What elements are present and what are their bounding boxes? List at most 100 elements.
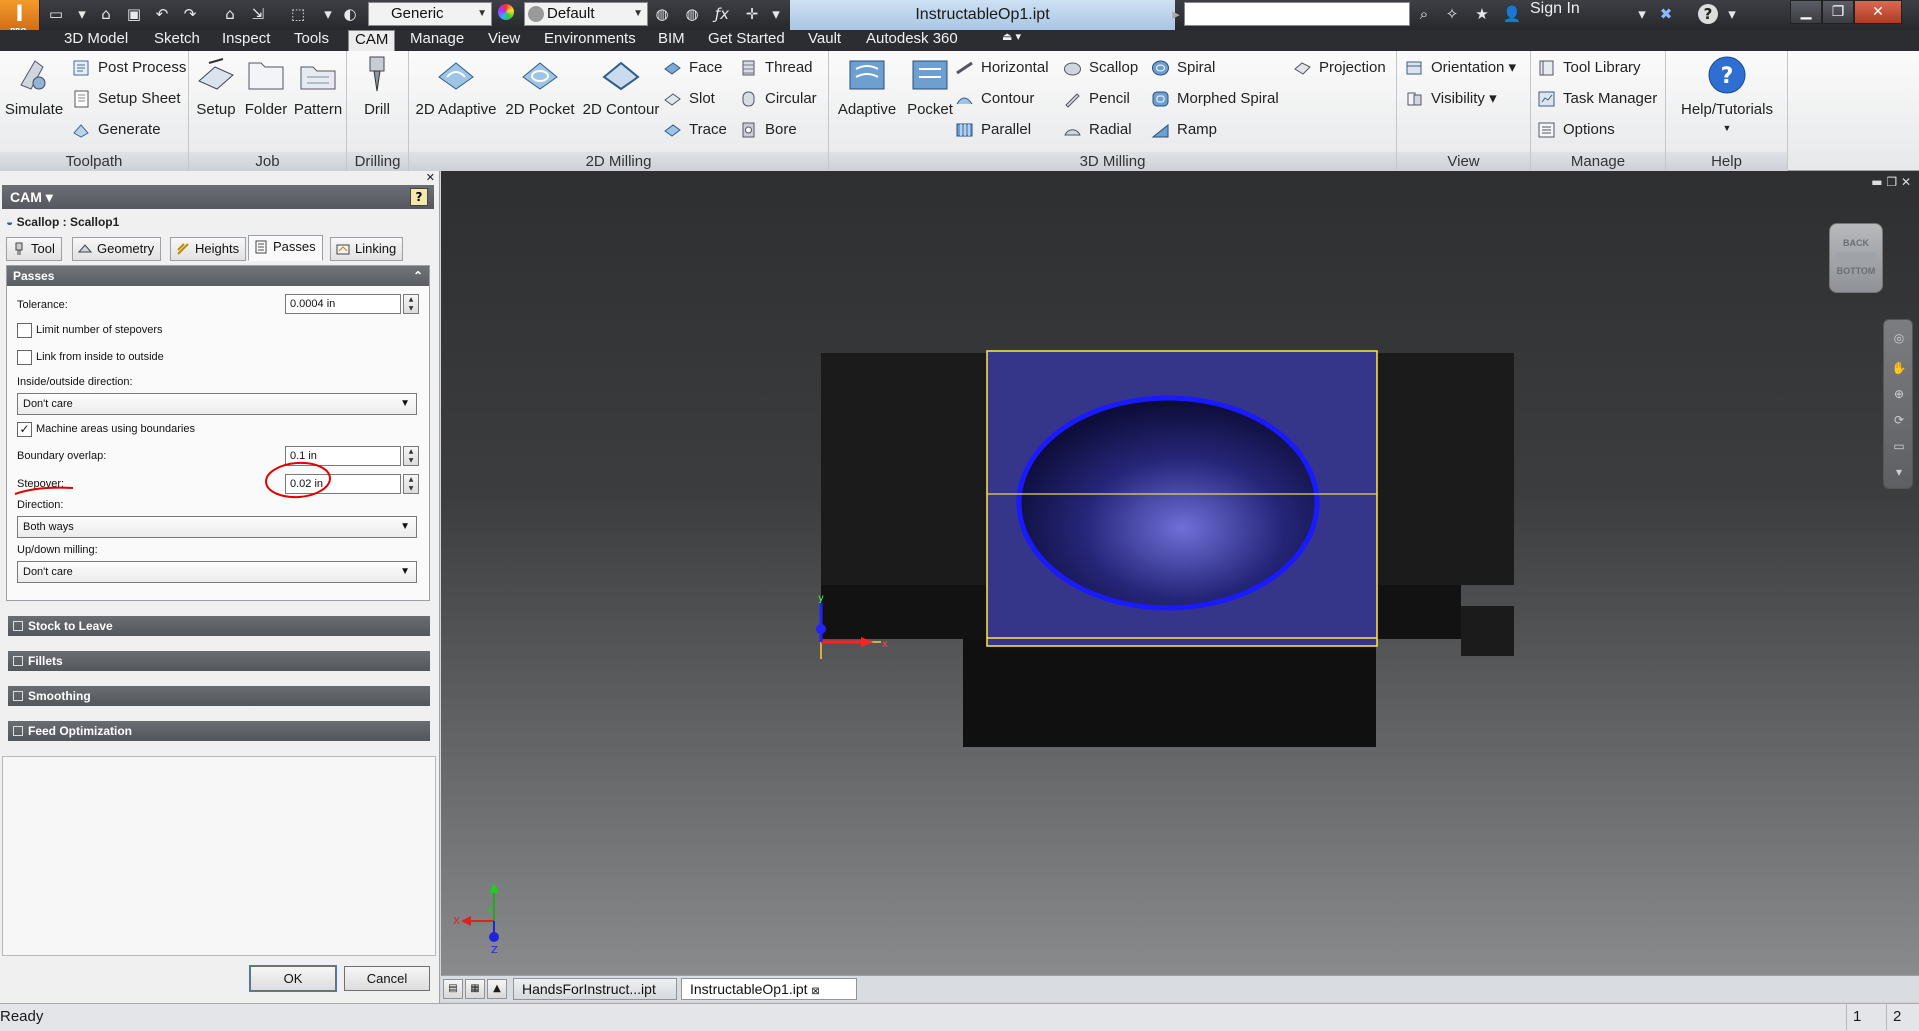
scallop-button[interactable]: Scallop [1063,57,1138,79]
return-icon[interactable]: ⇲ [248,4,268,24]
thread-button[interactable]: Thread [739,57,813,79]
steering-wheel-icon[interactable]: ◎ [1891,330,1907,346]
navbar-menu-icon[interactable]: ▾ [1891,464,1907,480]
pan-icon[interactable]: ✋ [1891,360,1907,376]
projection-button[interactable]: Projection [1293,57,1386,79]
tab-bim[interactable]: BIM [652,30,691,51]
doc-tab-instructable[interactable]: InstructableOp1.ipt ⊠ [681,978,857,1000]
updown-select[interactable]: Don't care ▼ [17,561,417,583]
new-file-icon[interactable]: ▭ [46,4,66,24]
tolerance-spinner[interactable]: ▲ ▼ [403,294,419,314]
help-icon[interactable]: ? [1698,4,1718,24]
tolerance-input[interactable]: 0.0004 in [285,294,401,314]
tab-inspect[interactable]: Inspect [216,30,276,51]
tab-tools[interactable]: Tools [288,30,335,51]
plus-icon[interactable]: ✛ [742,4,762,24]
panel-close-icon[interactable]: ✕ [426,171,435,184]
face-button[interactable]: Face [663,57,722,79]
undo-icon[interactable]: ↶ [152,4,172,24]
2d-pocket-button[interactable]: 2D Pocket [503,55,577,118]
exchange-icon[interactable]: ✖ [1656,4,1676,24]
minimize-button[interactable]: ▁ [1790,0,1822,24]
save-icon[interactable]: ▣ [124,4,144,24]
radial-button[interactable]: Radial [1063,119,1132,141]
graphics-viewport[interactable]: ▬ ❐ ✕ x y X Y Z BACK BOTTOM ◎ ✋ ⊕ ⟳ ▭ ▾ [441,171,1919,988]
redo-icon[interactable]: ↷ [180,4,200,24]
dropdown-icon[interactable]: ▾ [72,4,92,24]
pencil-button[interactable]: Pencil [1063,88,1130,110]
adjust-icon[interactable]: ◍ [652,4,672,24]
tab-cam[interactable]: CAM [348,30,396,51]
viewcube[interactable]: BACK BOTTOM [1829,223,1883,293]
tab-sketch[interactable]: Sketch [148,30,206,51]
contour-button[interactable]: Contour [955,88,1034,110]
parallel-button[interactable]: Parallel [955,119,1031,141]
visibility-button[interactable]: Visibility ▾ [1405,88,1497,110]
restore-button[interactable]: ❐ [1822,0,1854,24]
2d-adaptive-button[interactable]: 2D Adaptive [413,55,499,118]
collapse-icon[interactable]: ⌃ [413,266,423,286]
generate-button[interactable]: Generate [72,119,161,141]
material-combo[interactable]: Default ▼ [524,2,648,26]
horizontal-button[interactable]: Horizontal [955,57,1049,79]
task-manager-button[interactable]: Task Manager [1537,88,1657,110]
pattern-button[interactable]: Pattern [293,55,343,118]
ramp-button[interactable]: Ramp [1151,119,1217,141]
passes-section-header[interactable]: Passes ⌃ [7,266,429,286]
section-stock-to-leave[interactable]: Stock to Leave [8,616,430,636]
close-tab-icon[interactable]: ⊠ [811,986,819,997]
customize-icon[interactable]: ▾ [766,4,786,24]
tab-3d-model[interactable]: 3D Model [58,30,134,51]
communication-icon[interactable]: ✧ [1442,4,1462,24]
tab-vault[interactable]: Vault [802,30,847,51]
adaptive-button[interactable]: Adaptive [833,55,901,118]
inside-outside-select[interactable]: Don't care ▼ [17,393,417,415]
tool-library-button[interactable]: Tool Library [1537,57,1641,79]
help-dropdown-icon[interactable]: ▾ [1722,4,1742,24]
orbit-icon[interactable]: ⟳ [1891,412,1907,428]
viewcube-bottom-label[interactable]: BOTTOM [1830,266,1882,276]
tab-passes[interactable]: Passes [248,235,323,261]
section-smoothing[interactable]: Smoothing [8,686,430,706]
section-fillets[interactable]: Fillets [8,651,430,671]
dialog-help-icon[interactable]: ? [410,188,428,206]
machine-areas-checkbox[interactable]: ✓ [17,422,32,437]
home-icon[interactable]: ⌂ [220,4,240,24]
tab-manage[interactable]: Manage [404,30,470,51]
setup-sheet-button[interactable]: Setup Sheet [72,88,181,110]
2d-contour-button[interactable]: 2D Contour [579,55,663,118]
appearance-icon[interactable]: ◐ [340,4,360,24]
doc-tab-hands[interactable]: HandsForInstruct...ipt [513,978,677,1000]
panel-options-icon[interactable]: ⏏ ▾ [996,30,1027,51]
clear-icon[interactable]: ◍ [682,4,702,24]
cancel-button[interactable]: Cancel [344,966,430,991]
spiral-button[interactable]: Spiral [1151,57,1215,79]
options-button[interactable]: Options [1537,119,1615,141]
folder-button[interactable]: Folder [243,55,289,118]
close-button[interactable]: ✕ [1854,0,1902,24]
section-feed-optimization[interactable]: Feed Optimization [8,721,430,741]
direction-select[interactable]: Both ways ▼ [17,516,417,538]
simulate-button[interactable]: Simulate [4,55,64,118]
look-at-icon[interactable]: ▭ [1891,438,1907,454]
drill-button[interactable]: Drill [353,55,401,118]
favorites-icon[interactable]: ★ [1472,4,1492,24]
help-tutorials-button[interactable]: ? Help/Tutorials ▼ [1672,55,1782,135]
morphed-spiral-button[interactable]: Morphed Spiral [1151,88,1279,110]
viewcube-back-label[interactable]: BACK [1830,238,1882,248]
cascade-windows-icon[interactable]: ▤ [443,979,463,999]
tab-view[interactable]: View [482,30,526,51]
search-input[interactable] [1184,2,1410,26]
signin-dropdown-icon[interactable]: ▾ [1632,4,1652,24]
document-menu-icon[interactable]: ▲ [487,979,507,999]
scallop-boundary[interactable] [1016,395,1320,611]
post-process-button[interactable]: Post Process [72,57,186,79]
limit-stepovers-checkbox[interactable] [17,323,32,338]
pocket-button[interactable]: Pocket [903,55,957,118]
select-icon[interactable]: ⬚ [288,4,308,24]
slot-button[interactable]: Slot [663,88,715,110]
dropdown-icon[interactable]: ▾ [318,4,338,24]
orientation-button[interactable]: Orientation ▾ [1405,57,1516,79]
trace-button[interactable]: Trace [663,119,727,141]
style-combo[interactable]: Generic ▼ [368,2,492,26]
